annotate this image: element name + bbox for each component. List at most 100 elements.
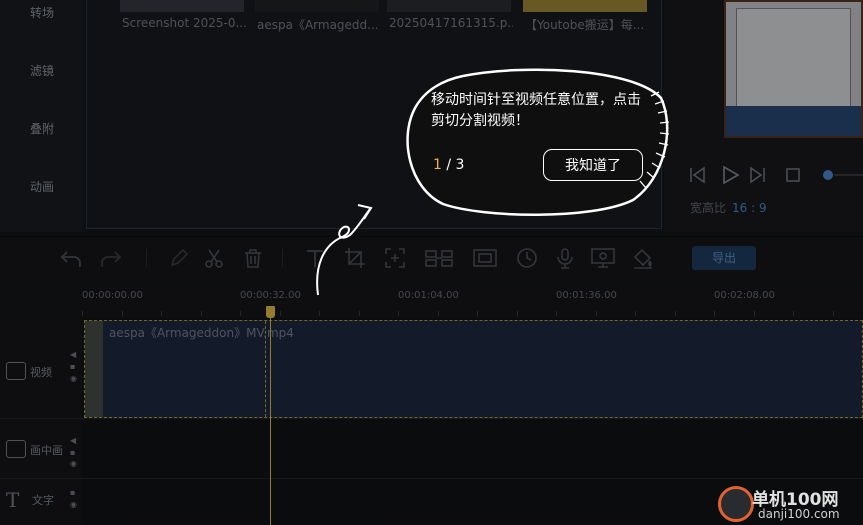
- nav-item-transition[interactable]: 转场: [0, 4, 84, 21]
- ruler-mark: [714, 311, 715, 316]
- fill-icon[interactable]: [632, 247, 654, 269]
- ruler-tick-label: 00:01:04.00: [398, 290, 459, 301]
- track-visibility-icon[interactable]: ◉: [70, 374, 77, 383]
- undo-icon[interactable]: [60, 247, 82, 269]
- aspect-ratio-value: 16 : 9: [732, 201, 767, 215]
- edit-toolbar: 导出: [0, 236, 863, 282]
- step-current: 1: [433, 157, 442, 173]
- pen-icon[interactable]: [168, 247, 190, 269]
- guide-arrow: [316, 204, 373, 296]
- scissors-icon[interactable]: [203, 247, 225, 269]
- clip-title: aespa《Armageddon》MV.mp4: [109, 326, 294, 340]
- ruler-tick-label: 00:00:32.00: [240, 290, 301, 301]
- ruler-tick-label: 00:00:00.00: [82, 290, 143, 301]
- preview-frame-content: [736, 8, 851, 108]
- video-track-label: 视频: [30, 366, 52, 379]
- watermark-url: danji100.com: [758, 507, 840, 521]
- pip-track-label: 画中画: [30, 444, 63, 457]
- nav-item-filter[interactable]: 滤镜: [0, 62, 84, 79]
- text-track-icon: T: [6, 488, 20, 512]
- ruler-mark: [754, 311, 755, 316]
- step-separator: /: [441, 157, 456, 173]
- ruler-mark: [82, 311, 83, 316]
- track-volume-icon[interactable]: ◀: [70, 350, 76, 359]
- timeline-ruler[interactable]: 00:00:00.00 00:00:32.00 00:01:04.00 00:0…: [82, 286, 863, 318]
- media-thumbnail[interactable]: [255, 0, 379, 12]
- ruler-mark: [517, 311, 518, 316]
- ruler-mark: [635, 311, 636, 316]
- track-divider: [0, 478, 863, 479]
- ruler-mark: [477, 311, 478, 316]
- playback-controls: [688, 164, 863, 186]
- tooltip-step-counter: 1 / 3: [433, 157, 464, 173]
- track-visibility-icon[interactable]: ◉: [70, 500, 77, 509]
- ruler-mark: [280, 311, 281, 316]
- split-screen-icon[interactable]: [424, 247, 454, 269]
- frame-icon[interactable]: [384, 247, 406, 269]
- video-editor: 转场 滤镜 叠附 动画 Screenshot 2025-0... aespa《A…: [0, 0, 863, 525]
- track-lock-icon[interactable]: ▪: [70, 448, 75, 457]
- playhead-handle[interactable]: [266, 306, 275, 318]
- speed-icon[interactable]: [516, 247, 538, 269]
- ruler-mark: [438, 311, 439, 316]
- trash-icon[interactable]: [242, 247, 264, 269]
- preview-panel: 宽高比 16 : 9: [664, 0, 863, 232]
- media-title: Screenshot 2025-0...: [122, 16, 246, 30]
- media-thumbnail[interactable]: [387, 0, 511, 12]
- ruler-mark: [833, 311, 834, 316]
- ruler-tick-label: 00:01:36.00: [556, 290, 617, 301]
- mosaic-icon[interactable]: [472, 247, 498, 269]
- ruler-mark: [793, 311, 794, 316]
- media-title: aespa《Armagedd...: [257, 18, 379, 32]
- watermark-logo-icon: [718, 486, 754, 522]
- ruler-mark: [240, 311, 241, 316]
- microphone-icon[interactable]: [554, 247, 576, 269]
- nav-item-overlay[interactable]: 叠附: [0, 120, 84, 137]
- track-volume-icon[interactable]: ◀: [70, 436, 76, 445]
- ruler-mark: [675, 311, 676, 316]
- media-title: 20250417161315.p...: [389, 16, 513, 30]
- ruler-mark: [359, 311, 360, 316]
- redo-icon[interactable]: [100, 247, 122, 269]
- prev-frame-icon[interactable]: [690, 166, 705, 184]
- track-headers: 视频 ◀ ▪ ◉ 画中画 ◀ ▪ ◉ 文字 T ▪ ◉: [0, 318, 82, 525]
- play-icon[interactable]: [723, 165, 740, 185]
- export-button[interactable]: 导出: [692, 246, 756, 270]
- got-it-button[interactable]: 我知道了: [543, 149, 643, 181]
- media-title: 【Youtobe搬运】每...: [525, 18, 645, 32]
- step-total: 3: [455, 157, 465, 173]
- track-visibility-icon[interactable]: ◉: [70, 459, 77, 468]
- video-track-icon: [6, 362, 26, 380]
- watermark: 单机100网 danji100.com: [718, 482, 863, 525]
- left-nav: 转场 滤镜 叠附 动画: [0, 0, 84, 232]
- pip-track-icon: [6, 440, 26, 458]
- preview-frame-taskbar: [726, 106, 861, 136]
- ruler-mark: [201, 311, 202, 316]
- track-lock-icon[interactable]: ▪: [70, 362, 75, 371]
- ruler-mark: [398, 311, 399, 316]
- track-divider: [0, 418, 863, 419]
- tooltip-message: 移动时间针至视频任意位置，点击剪切分割视频！: [431, 92, 641, 129]
- next-frame-icon[interactable]: [750, 166, 765, 184]
- ruler-mark: [161, 311, 162, 316]
- media-thumbnail[interactable]: [120, 0, 244, 12]
- video-clip[interactable]: aespa《Armageddon》MV.mp4: [84, 320, 863, 418]
- media-thumbnail[interactable]: [523, 0, 647, 12]
- aspect-ratio[interactable]: 宽高比 16 : 9: [690, 199, 767, 216]
- stop-icon[interactable]: [786, 168, 800, 182]
- ruler-mark: [596, 311, 597, 316]
- volume-slider-knob[interactable]: [823, 170, 833, 180]
- ruler-tick-label: 00:02:08.00: [714, 290, 775, 301]
- record-icon[interactable]: [590, 247, 616, 269]
- track-lock-icon[interactable]: ▪: [70, 488, 75, 497]
- guide-tooltip: 移动时间针至视频任意位置，点击剪切分割视频！ 1 / 3 我知道了: [403, 68, 673, 218]
- toolbar-divider: [146, 249, 147, 267]
- text-track-label: 文字: [32, 494, 54, 507]
- ruler-mark: [556, 311, 557, 316]
- clip-thumbnail: [85, 321, 103, 417]
- toolbar-divider: [282, 249, 283, 267]
- playhead[interactable]: [266, 306, 275, 525]
- nav-item-animation[interactable]: 动画: [0, 178, 84, 195]
- ruler-mark: [122, 311, 123, 316]
- aspect-ratio-label: 宽高比: [690, 201, 727, 215]
